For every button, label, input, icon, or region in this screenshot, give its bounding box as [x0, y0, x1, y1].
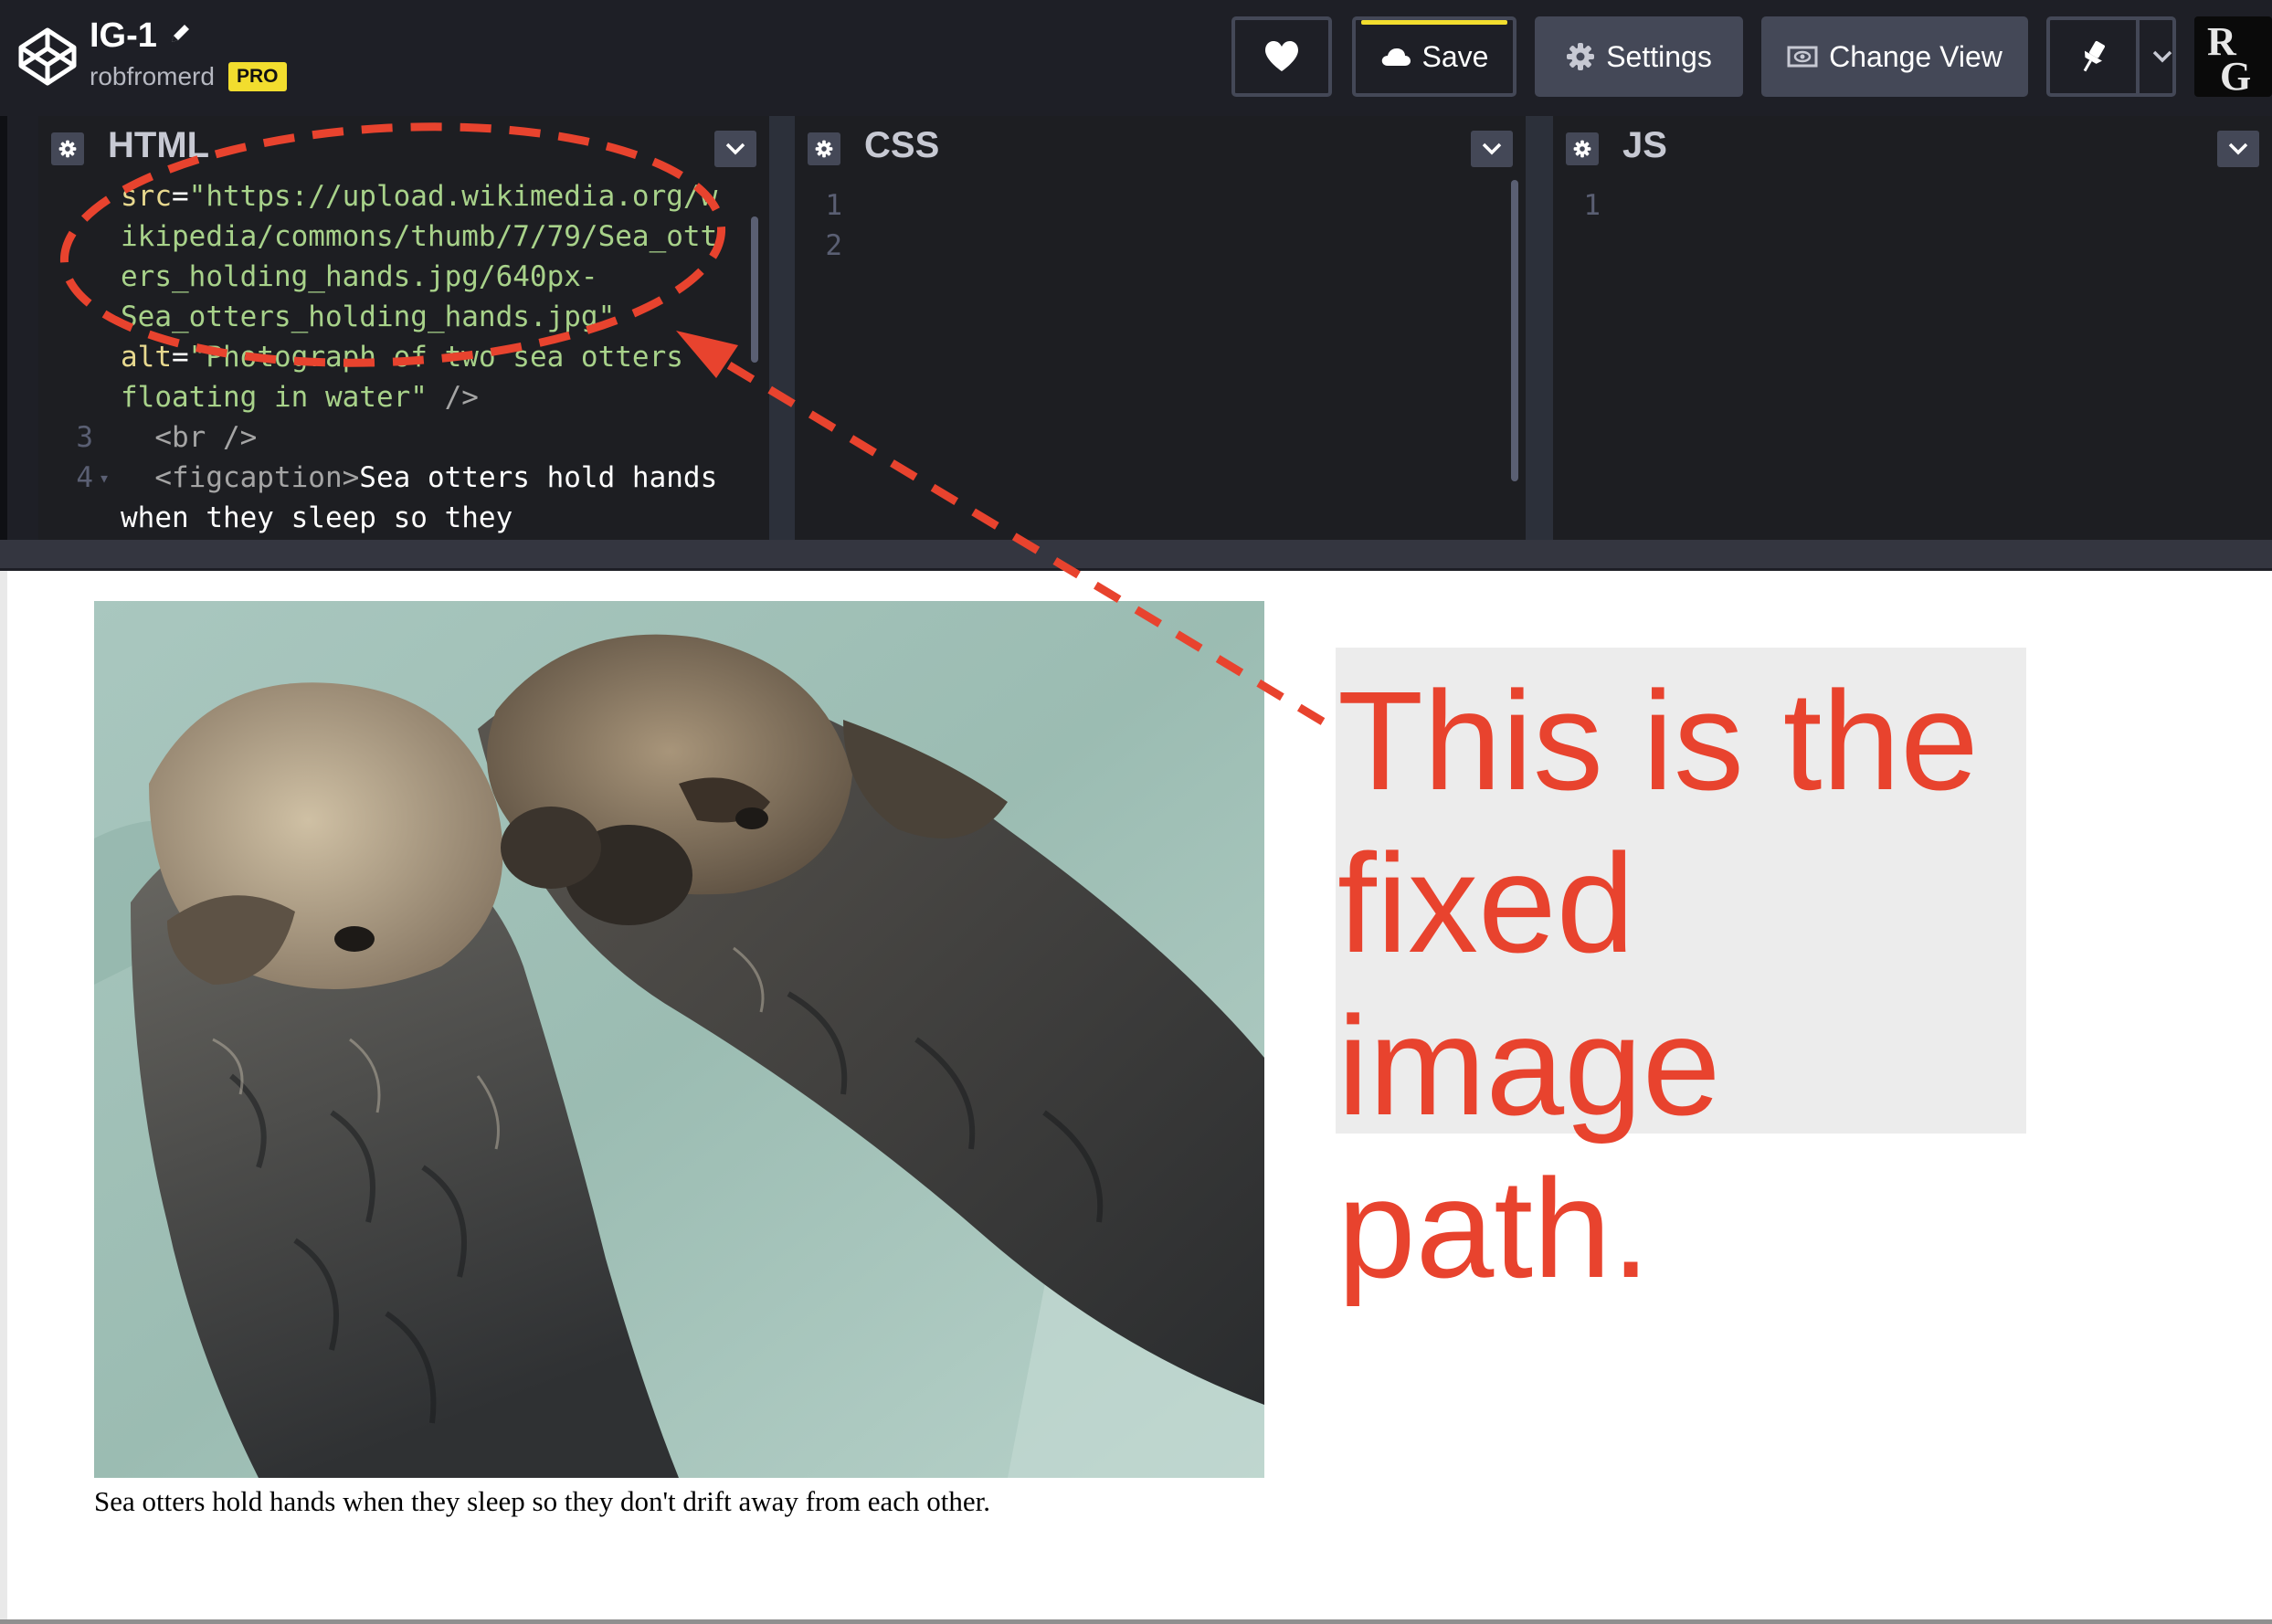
- gear-icon: [1567, 43, 1595, 70]
- pane-resizer[interactable]: [769, 116, 795, 540]
- js-editor-pane[interactable]: JS 1: [1553, 116, 2272, 540]
- chevron-down-icon[interactable]: [2152, 49, 2172, 64]
- pin-button[interactable]: [2046, 16, 2176, 97]
- editor-area: HTML src="https://upload.wikimedia.org/w…: [0, 116, 2272, 540]
- unsaved-indicator-bar: [1361, 20, 1507, 25]
- preview-bottom-edge: [0, 1619, 2272, 1624]
- author-username[interactable]: robfromerd: [90, 62, 215, 91]
- js-settings-button[interactable]: [1566, 132, 1599, 165]
- codepen-logo-icon[interactable]: [16, 26, 79, 88]
- html-pane-title: HTML: [108, 125, 210, 165]
- change-view-label: Change View: [1829, 39, 2003, 73]
- like-button[interactable]: [1231, 16, 1332, 97]
- html-collapse-button[interactable]: [714, 131, 756, 167]
- css-collapse-button[interactable]: [1471, 131, 1513, 167]
- sea-otters-photo: [94, 601, 1264, 1478]
- pane-resizer[interactable]: [1526, 116, 1553, 540]
- js-collapse-button[interactable]: [2217, 131, 2259, 167]
- js-code[interactable]: 1: [1553, 185, 2272, 540]
- css-pane-header: CSS: [795, 116, 1526, 180]
- pin-divider: [2136, 20, 2140, 93]
- code-line: 4 ▾ <figcaption>Sea otters hold hands: [38, 458, 769, 498]
- chevron-down-icon: [2228, 142, 2248, 155]
- save-label: Save: [1421, 39, 1489, 73]
- css-pane-title: CSS: [864, 125, 940, 165]
- code-line: ikipedia/commons/thumb/7/79/Sea_ott: [121, 220, 718, 253]
- css-code[interactable]: 1 2: [795, 185, 1526, 540]
- pen-title[interactable]: IG-1: [90, 16, 157, 56]
- pencil-edit-icon[interactable]: [166, 20, 194, 47]
- code-line: when they sleep so they: [121, 501, 513, 534]
- js-pane-header: JS: [1553, 116, 2272, 180]
- left-edge: [0, 116, 7, 540]
- cloud-icon: [1381, 48, 1411, 66]
- top-header: IG-1 robfromerd PRO Save Settings Change…: [0, 0, 2272, 116]
- code-line: ers_holding_hands.jpg/640px-: [121, 260, 598, 293]
- preview-left-edge: [0, 571, 7, 1624]
- code-line: Sea_otters_holding_hands.jpg": [121, 301, 616, 333]
- html-scrollbar[interactable]: [751, 216, 758, 363]
- code-line: 2: [825, 229, 842, 262]
- code-line: floating in water" />: [121, 381, 479, 414]
- user-avatar[interactable]: R G: [2194, 16, 2272, 97]
- view-layout-icon: [1787, 46, 1818, 68]
- pin-icon: [2083, 41, 2105, 72]
- save-button[interactable]: Save: [1352, 16, 1516, 97]
- settings-label: Settings: [1606, 39, 1712, 73]
- code-line: src="https://upload.wikimedia.org/w: [121, 180, 718, 213]
- code-line: 1: [825, 189, 842, 222]
- heart-icon: [1265, 41, 1298, 71]
- fold-arrow-icon[interactable]: ▾: [99, 458, 110, 498]
- html-settings-button[interactable]: [51, 132, 84, 165]
- gear-icon: [58, 140, 77, 158]
- html-editor-pane[interactable]: HTML src="https://upload.wikimedia.org/w…: [38, 116, 769, 540]
- css-editor-pane[interactable]: CSS 1 2: [795, 116, 1526, 540]
- figure-caption: Sea otters hold hands when they sleep so…: [94, 1485, 990, 1517]
- gear-icon: [815, 140, 833, 158]
- annotation-text: This is the fixed image path.: [1337, 662, 1979, 1307]
- chevron-down-icon: [1482, 142, 1502, 155]
- pro-badge: PRO: [228, 62, 287, 91]
- change-view-button[interactable]: Change View: [1761, 16, 2028, 97]
- code-line: alt="Photograph of two sea otters: [121, 341, 683, 374]
- editor-resize-bar[interactable]: [0, 540, 2272, 571]
- avatar-letter-g: G: [2220, 54, 2252, 97]
- css-settings-button[interactable]: [808, 132, 840, 165]
- html-code[interactable]: src="https://upload.wikimedia.org/w ikip…: [38, 176, 769, 540]
- settings-button[interactable]: Settings: [1535, 16, 1743, 97]
- code-line: 1: [1583, 189, 1601, 222]
- gear-icon: [1573, 140, 1591, 158]
- html-pane-header: HTML: [38, 116, 769, 180]
- css-scrollbar[interactable]: [1511, 180, 1518, 481]
- chevron-down-icon: [725, 142, 745, 155]
- code-line: 3 <br />: [76, 421, 258, 454]
- js-pane-title: JS: [1622, 125, 1667, 165]
